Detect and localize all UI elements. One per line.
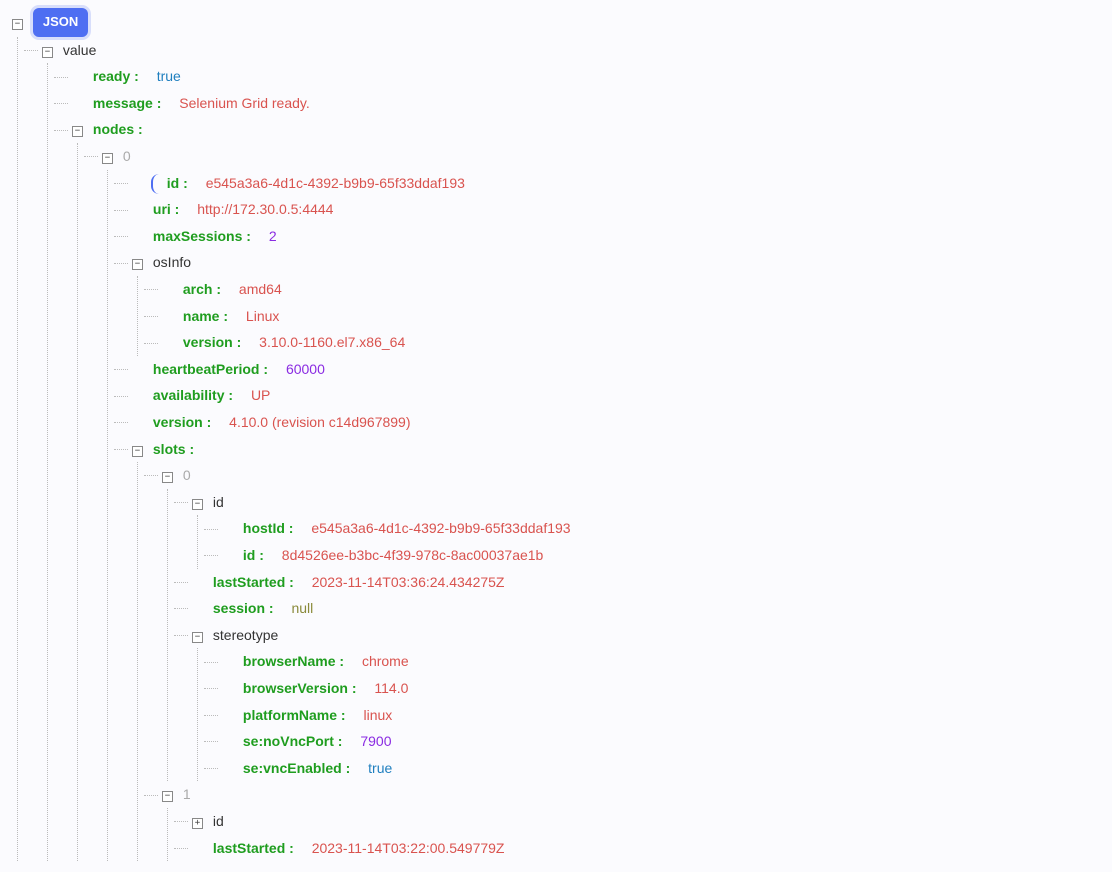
key-message: message [93,95,162,111]
val-laststarted-0: 2023-11-14T03:36:24.434275Z [312,574,505,590]
key-maxsessions: maxSessions [153,228,251,244]
slot0-id-object: id [213,494,224,510]
key-vncenabled: se:vncEnabled [243,760,350,776]
osinfo-object: osInfo [153,254,191,270]
key-laststarted-0: lastStarted [213,574,294,590]
key-availability: availability [153,387,233,403]
key-slots: slots [153,441,194,457]
key-osversion: version [183,334,241,350]
key-session: session [213,600,274,616]
val-browsername: chrome [362,653,409,669]
val-vncenabled: true [368,760,392,776]
idx-slot-1: 1 [183,786,191,802]
idx-node-0: 0 [123,148,131,164]
val-novncport: 7900 [360,733,391,749]
key-version: version [153,414,211,430]
val-arch: amd64 [239,281,282,297]
toggle-nodes[interactable] [72,126,83,137]
val-message: Selenium Grid ready. [179,95,309,111]
val-slotid: 8d4526ee-b3bc-4f39-978c-8ac00037ae1b [282,547,544,563]
brace-icon [151,174,159,194]
json-badge: JSON [33,8,88,37]
val-maxsessions: 2 [269,228,277,244]
key-platformname: platformName [243,707,346,723]
value-object: value [63,42,96,58]
toggle-slot0-id[interactable] [192,499,203,510]
stereotype-object: stereotype [213,627,278,643]
val-ready: true [157,68,181,84]
val-laststarted-1: 2023-11-14T03:22:00.549779Z [312,840,505,856]
idx-slot-0: 0 [183,467,191,483]
key-slotid: id [243,547,264,563]
val-osname: Linux [246,308,279,324]
key-uri: uri [153,201,179,217]
val-osversion: 3.10.0-1160.el7.x86_64 [259,334,405,350]
toggle-root[interactable] [12,19,23,30]
val-version: 4.10.0 (revision c14d967899) [229,414,410,430]
val-node-id: e545a3a6-4d1c-4392-b9b9-65f33ddaf193 [206,175,465,191]
toggle-slot1-id[interactable] [192,818,203,829]
val-availability: UP [251,387,270,403]
val-browserversion: 114.0 [374,680,408,696]
key-hostid: hostId [243,520,294,536]
toggle-slots[interactable] [132,446,143,457]
key-browsername: browserName [243,653,344,669]
val-platformname: linux [363,707,392,723]
key-osname: name [183,308,228,324]
key-browserversion: browserVersion [243,680,357,696]
key-nodes: nodes [93,121,143,137]
toggle-osinfo[interactable] [132,259,143,270]
key-ready: ready [93,68,139,84]
val-hostid: e545a3a6-4d1c-4392-b9b9-65f33ddaf193 [311,520,570,536]
toggle-value[interactable] [42,47,53,58]
key-node-id: id [167,175,188,191]
val-session: null [291,600,313,616]
key-arch: arch [183,281,221,297]
toggle-slot-0[interactable] [162,472,173,483]
slot1-id-object: id [213,813,224,829]
key-novncport: se:noVncPort [243,733,343,749]
toggle-slot-1[interactable] [162,791,173,802]
toggle-stereotype[interactable] [192,632,203,643]
key-laststarted-1: lastStarted [213,840,294,856]
val-uri: http://172.30.0.5:4444 [197,201,333,217]
key-heartbeat: heartbeatPeriod [153,361,268,377]
toggle-node-0[interactable] [102,153,113,164]
val-heartbeat: 60000 [286,361,325,377]
